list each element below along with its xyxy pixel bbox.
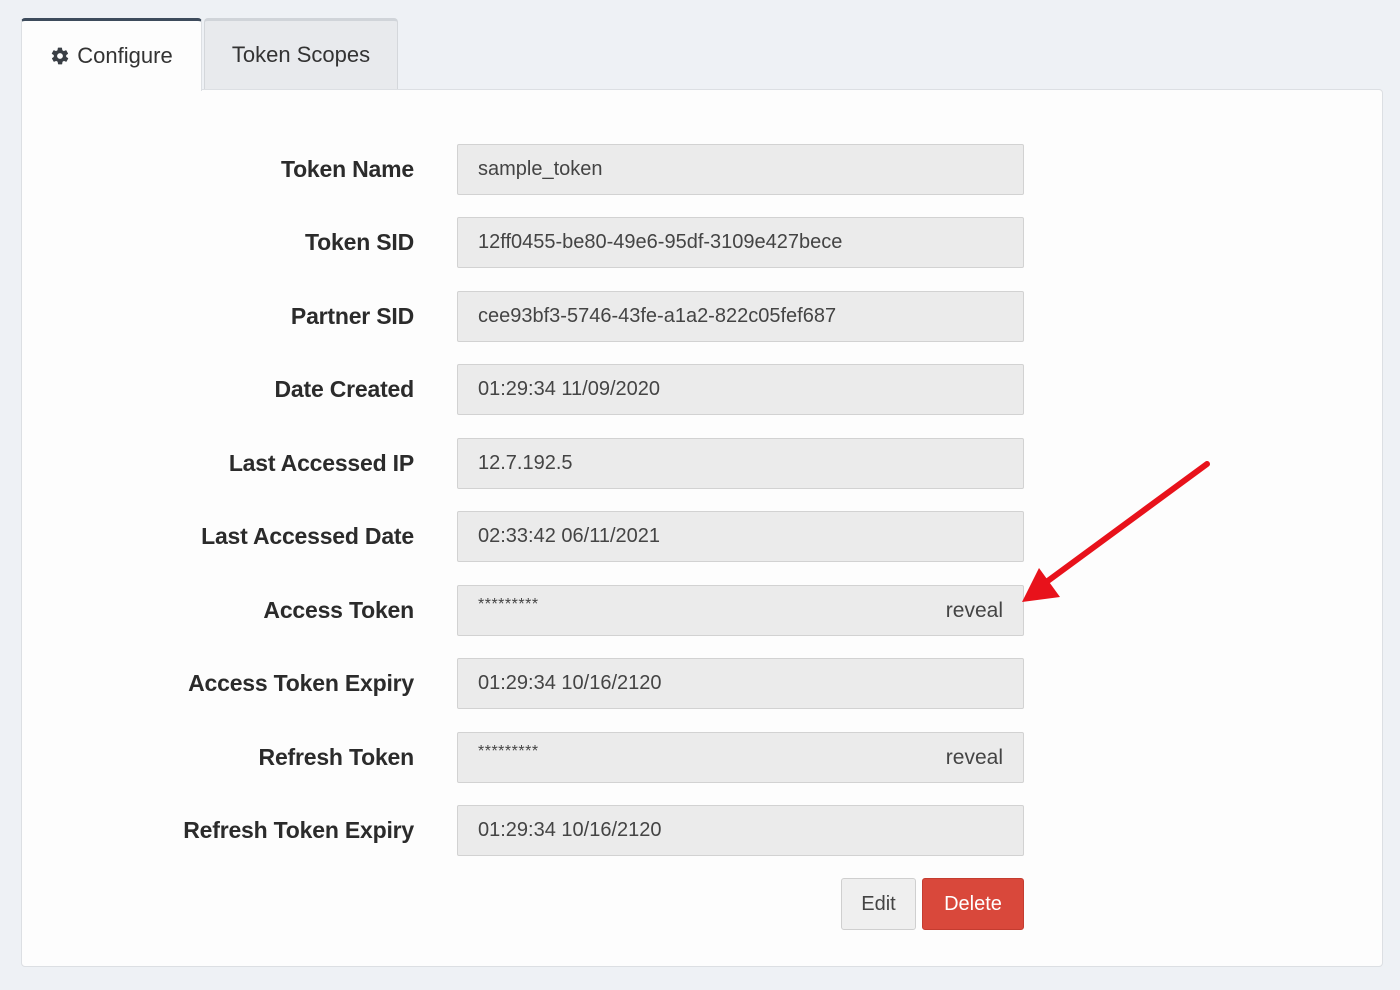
tab-token-scopes[interactable]: Token Scopes [204, 18, 398, 90]
field-row-access-token: Access Token ********* reveal [22, 585, 1122, 636]
delete-button[interactable]: Delete [922, 878, 1024, 930]
field-row-last-accessed-date: Last Accessed Date 02:33:42 06/11/2021 [22, 511, 1122, 562]
field-label: Refresh Token Expiry [183, 817, 414, 843]
field-row-refresh-token: Refresh Token ********* reveal [22, 732, 1122, 783]
access-token-expiry-field[interactable]: 01:29:34 10/16/2120 [457, 658, 1024, 709]
last-accessed-date-field[interactable]: 02:33:42 06/11/2021 [457, 511, 1024, 562]
field-label: Token Name [280, 156, 414, 182]
masked-value: ********* [478, 595, 539, 613]
field-label: Token SID [305, 229, 414, 255]
refresh-token-expiry-field[interactable]: 01:29:34 10/16/2120 [457, 805, 1024, 856]
masked-value: ********* [478, 742, 539, 760]
tab-bar: Configure Token Scopes [21, 18, 398, 91]
refresh-token-field[interactable]: ********* reveal [457, 732, 1024, 783]
field-row-token-name: Token Name sample_token [22, 144, 1122, 195]
field-value: 01:29:34 11/09/2020 [478, 378, 661, 400]
last-accessed-ip-field[interactable]: 12.7.192.5 [457, 438, 1024, 489]
gear-icon [52, 47, 69, 65]
field-label: Access Token Expiry [188, 670, 414, 696]
edit-button[interactable]: Edit [841, 878, 916, 930]
field-value: 02:33:42 06/11/2021 [478, 525, 661, 547]
tab-configure[interactable]: Configure [21, 18, 202, 91]
field-row-partner-sid: Partner SID cee93bf3-5746-43fe-a1a2-822c… [22, 291, 1122, 342]
tab-token-scopes-label: Token Scopes [231, 42, 371, 67]
field-label: Refresh Token [258, 744, 415, 770]
field-value: sample_token [478, 158, 603, 180]
field-label: Access Token [263, 597, 414, 623]
field-value: 01:29:34 10/16/2120 [478, 819, 662, 841]
access-token-field[interactable]: ********* reveal [457, 585, 1024, 636]
field-label: Last Accessed IP [228, 450, 414, 476]
field-value: 12.7.192.5 [478, 452, 573, 474]
field-value: cee93bf3-5746-43fe-a1a2-822c05fef687 [478, 305, 837, 327]
field-label: Last Accessed Date [201, 523, 414, 549]
token-name-field[interactable]: sample_token [457, 144, 1024, 195]
field-value: 12ff0455-be80-49e6-95df-3109e427bece [478, 231, 843, 253]
field-row-token-sid: Token SID 12ff0455-be80-49e6-95df-3109e4… [22, 217, 1122, 268]
field-label: Partner SID [290, 303, 414, 329]
partner-sid-field[interactable]: cee93bf3-5746-43fe-a1a2-822c05fef687 [457, 291, 1024, 342]
reveal-refresh-token-link[interactable]: reveal [946, 746, 1003, 770]
reveal-access-token-link[interactable]: reveal [946, 599, 1003, 623]
field-label: Date Created [274, 376, 415, 402]
field-row-date-created: Date Created 01:29:34 11/09/2020 [22, 364, 1122, 415]
date-created-field[interactable]: 01:29:34 11/09/2020 [457, 364, 1024, 415]
field-row-last-accessed-ip: Last Accessed IP 12.7.192.5 [22, 438, 1122, 489]
token-sid-field[interactable]: 12ff0455-be80-49e6-95df-3109e427bece [457, 217, 1024, 268]
field-row-refresh-token-expiry: Refresh Token Expiry 01:29:34 10/16/2120 [22, 805, 1122, 856]
tab-configure-label: Configure [77, 43, 173, 68]
field-value: 01:29:34 10/16/2120 [478, 672, 662, 694]
configure-panel: Token Name sample_token Token SID 12ff04… [21, 89, 1383, 967]
field-row-access-token-expiry: Access Token Expiry 01:29:34 10/16/2120 [22, 658, 1122, 709]
